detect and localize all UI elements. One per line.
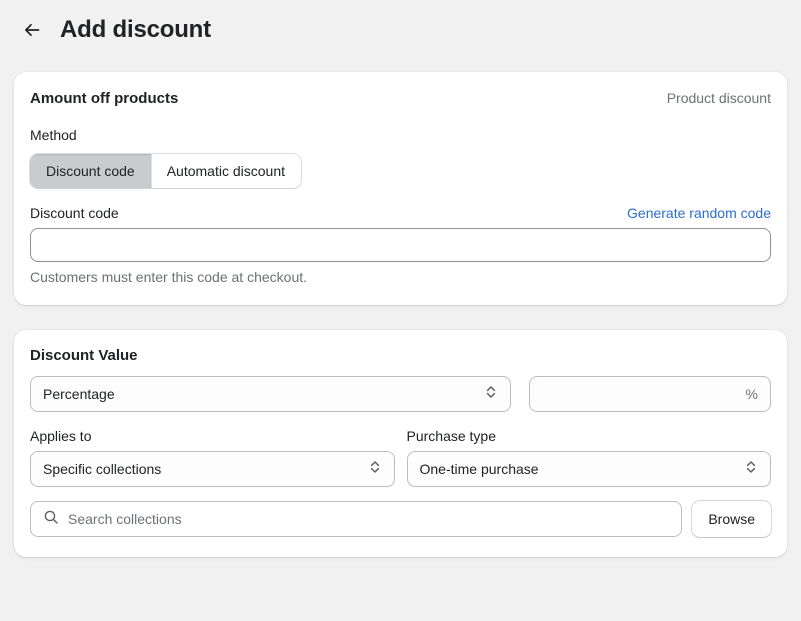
applies-to-select[interactable]: Specific collections <box>30 451 395 487</box>
discount-value-title: Discount Value <box>30 347 138 364</box>
discount-amount-input[interactable] <box>542 386 740 402</box>
page-header: Add discount <box>0 0 801 48</box>
discount-code-field[interactable] <box>30 228 771 262</box>
method-option-discount-code[interactable]: Discount code <box>30 154 151 188</box>
generate-random-code-link[interactable]: Generate random code <box>627 203 771 223</box>
chevron-up-down-icon <box>368 459 382 480</box>
discount-code-label: Discount code <box>30 203 119 223</box>
discount-code-label-row: Discount code Generate random code <box>30 203 771 223</box>
applies-to-label: Applies to <box>30 426 395 446</box>
method-option-automatic-discount[interactable]: Automatic discount <box>151 154 301 188</box>
collection-search-row: Browse <box>30 501 771 537</box>
method-segmented-control[interactable]: Discount code Automatic discount <box>30 154 301 188</box>
discount-code-input[interactable] <box>43 229 758 261</box>
arrow-left-icon <box>22 20 42 40</box>
purchase-type-select[interactable]: One-time purchase <box>407 451 772 487</box>
card-title: Amount off products <box>30 89 178 109</box>
discount-type-label: Product discount <box>667 88 771 108</box>
discount-value-card: Discount Value Percentage % Applies to <box>14 330 787 557</box>
search-collections-field[interactable] <box>30 501 682 537</box>
percent-suffix: % <box>746 386 758 402</box>
applies-to-purchase-type-row: Applies to Specific collections Purchase… <box>30 426 771 487</box>
search-icon <box>43 509 59 530</box>
value-type-select[interactable]: Percentage <box>30 376 511 412</box>
card-header: Amount off products Product discount <box>30 88 771 109</box>
value-type-select-value: Percentage <box>43 386 476 402</box>
purchase-type-label: Purchase type <box>407 426 772 446</box>
search-collections-input[interactable] <box>68 511 669 527</box>
method-label: Method <box>30 125 771 145</box>
amount-off-products-card: Amount off products Product discount Met… <box>14 72 787 305</box>
chevron-up-down-icon <box>744 459 758 480</box>
discount-code-help-text: Customers must enter this code at checko… <box>30 267 771 287</box>
purchase-type-group: Purchase type One-time purchase <box>407 426 772 487</box>
discount-value-row: Percentage % <box>30 376 771 412</box>
discount-amount-field[interactable]: % <box>529 376 771 412</box>
page-title: Add discount <box>60 18 211 42</box>
applies-to-group: Applies to Specific collections <box>30 426 395 487</box>
applies-to-select-value: Specific collections <box>43 461 360 477</box>
purchase-type-select-value: One-time purchase <box>420 461 737 477</box>
chevron-up-down-icon <box>484 384 498 405</box>
back-button[interactable] <box>18 16 46 44</box>
browse-button[interactable]: Browse <box>692 501 771 537</box>
